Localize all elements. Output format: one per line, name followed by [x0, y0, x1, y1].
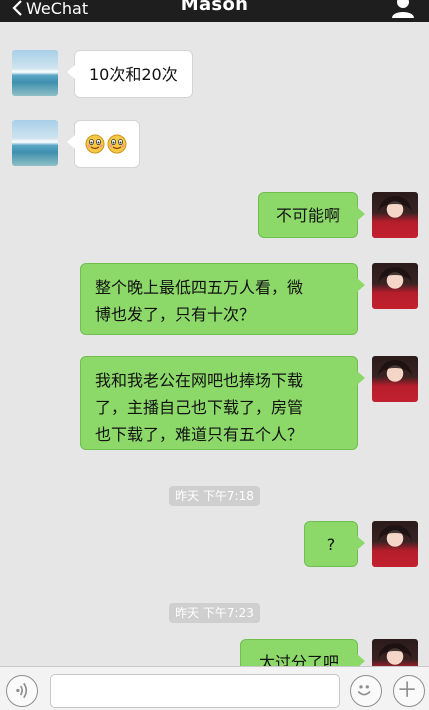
girl-avatar[interactable]: [372, 521, 418, 567]
message-bubble-right[interactable]: 整个晚上最低四五万人看，微 博也发了，只有十次？: [80, 263, 365, 335]
person-icon[interactable]: [391, 0, 415, 18]
chat-area[interactable]: 10次和20次 不可能啊 整个晚上最低四五万人看，微 博也发了，只有十次？ 我和…: [0, 22, 429, 666]
chat-header: WeChat Mason: [0, 0, 429, 22]
smiling-face-emoji: [85, 134, 105, 154]
message-text: ?: [326, 534, 336, 554]
message-bubble-right[interactable]: 我和我老公在网吧也捧场下载 了，主播自己也下载了，房管 也下载了，难道只有五个人…: [80, 356, 365, 450]
message-bubble-left[interactable]: [67, 120, 140, 168]
message-text-line: 博也发了，只有十次？: [95, 305, 256, 324]
message-text-line: 我和我老公在网吧也捧场下载: [95, 371, 304, 390]
timestamp-label: 昨天 下午7:18: [169, 486, 260, 506]
more-button[interactable]: [393, 675, 425, 707]
message-text-line: 了，主播自己也下载了，房管: [95, 398, 304, 417]
message-text: 不可能啊: [275, 205, 340, 225]
message-bubble-right[interactable]: ?: [304, 521, 365, 567]
emoji-button[interactable]: [350, 675, 382, 707]
plus-icon: [399, 681, 415, 697]
chat-title: Mason: [180, 0, 249, 15]
girl-avatar[interactable]: [372, 263, 418, 309]
message-text: 10次和20次: [89, 64, 178, 84]
voice-button[interactable]: [6, 675, 38, 707]
girl-avatar[interactable]: [372, 639, 418, 666]
smiling-face-emoji: [107, 134, 127, 154]
message-bubble-left[interactable]: 10次和20次: [67, 50, 193, 98]
message-text: 太过分了吧: [258, 652, 339, 667]
input-bar: [0, 666, 429, 710]
girl-avatar[interactable]: [372, 192, 418, 238]
message-bubble-right[interactable]: 不可能啊: [258, 192, 365, 238]
timestamp: 昨天 下午7:23: [0, 602, 429, 623]
timestamp-label: 昨天 下午7:23: [169, 603, 260, 623]
voice-icon: [16, 682, 28, 699]
message-bubble-right[interactable]: 太过分了吧: [240, 639, 365, 667]
sea-avatar[interactable]: [12, 50, 58, 96]
message-text-line: 整个晚上最低四五万人看，微: [95, 278, 304, 297]
message-text-line: 也下载了，难道只有五个人？: [95, 425, 304, 444]
timestamp: 昨天 下午7:18: [0, 485, 429, 506]
girl-avatar[interactable]: [372, 356, 418, 402]
message-input[interactable]: [50, 674, 340, 708]
emoji-face-icon: [357, 685, 371, 696]
sea-avatar[interactable]: [12, 120, 58, 166]
